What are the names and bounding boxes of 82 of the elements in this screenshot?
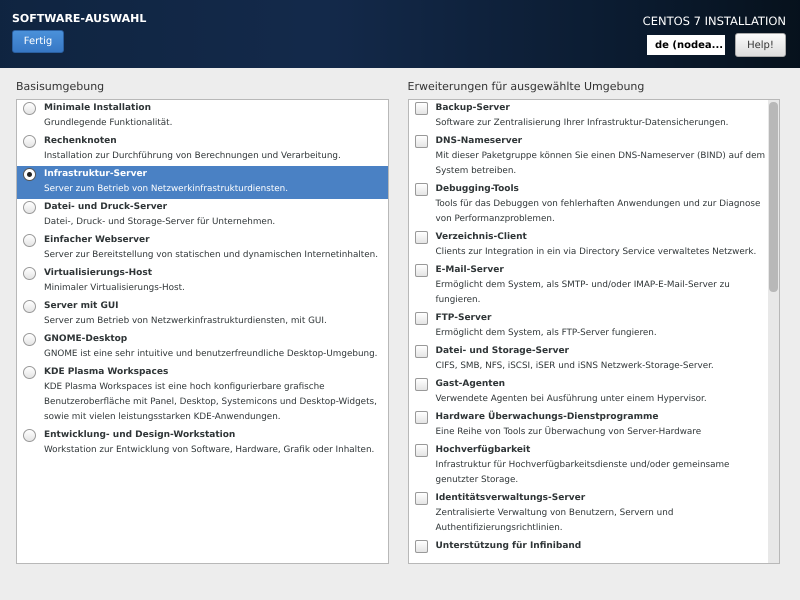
option-name: Entwicklung- und Design-Workstation — [44, 429, 236, 442]
radio-button[interactable] — [23, 135, 36, 148]
option-description: Server zum Betrieb von Netzwerkinfrastrukturdiensten. — [44, 183, 288, 196]
addon-name: E-Mail-Server — [436, 264, 505, 277]
option-name: Datei- und Druck-Server — [44, 201, 168, 214]
option-description: Server zum Betrieb von Netzwerkinfrastrukturdiensten, mit GUI. — [44, 315, 327, 328]
addon-description: Verwendete Agenten bei Ausführung unter einem Hypervisor. — [436, 393, 707, 406]
addon-name: Gast-Agenten — [436, 378, 506, 391]
radio-button[interactable] — [23, 102, 36, 115]
addon-name: Verzeichnis-Client — [436, 231, 528, 244]
option-name: GNOME-Desktop — [44, 333, 128, 346]
addon-description: Zentralisierte Verwaltung von Benutzern, Servern und Authentifizierungsrichtlinien. — [436, 507, 674, 535]
option-description: GNOME ist eine sehr intuitive und benutzerfreundliche Desktop-Umgebung. — [44, 348, 378, 361]
option-name: KDE Plasma Workspaces — [44, 366, 170, 379]
environment-option[interactable]: Rechenknoten Installation zur Durchführung von Berechnungen und Verarbeitung. — [17, 133, 388, 166]
checkbox[interactable] — [414, 135, 428, 148]
radio-button[interactable] — [23, 267, 36, 280]
section-label: Erweiterungen für ausgewählte Umgebung — [408, 80, 646, 93]
radio-button[interactable] — [23, 333, 36, 346]
radio-button[interactable] — [23, 366, 36, 379]
option-name: Infrastruktur-Server — [44, 168, 148, 181]
option-name: Minimale Installation — [44, 102, 152, 115]
option-description: Datei-, Druck- und Storage-Server für Unternehmen. — [44, 216, 276, 229]
addon-name: FTP-Server — [436, 312, 492, 325]
option-description: KDE Plasma Workspaces ist eine hoch konfigurierbare grafische Benutzeroberfläche mit Panel, Desktop, Systemicons und Desktop-Widgets, sowie mit vielen leistungsstarken KDE-Anwendungen. — [44, 381, 378, 424]
checkbox[interactable] — [414, 378, 428, 391]
option-name: Virtualisierungs-Host — [44, 267, 153, 280]
help-button[interactable]: Help! — [735, 33, 786, 57]
radio-button[interactable] — [23, 429, 36, 442]
option-description: Installation zur Durchführung von Berechnungen und Verarbeitung. — [44, 150, 341, 163]
option-description: Workstation zur Entwicklung von Software, Hardware, Grafik oder Inhalten. — [44, 444, 374, 457]
addon-name: Unterstützung für Infiniband — [436, 540, 582, 553]
scrollbar-thumb[interactable] — [769, 102, 778, 292]
environment-option[interactable]: Einfacher Webserver Server zur Bereitstellung von statischen und dynamischen Internetinhalten. — [17, 232, 388, 265]
checkbox[interactable] — [414, 411, 428, 424]
environment-option[interactable]: Entwicklung- und Design-Workstation Workstation zur Entwicklung von Software, Hardware, Grafik oder Inhalten. — [17, 427, 388, 460]
addon-name: Hardware Überwachungs-Dienstprogramme — [436, 410, 660, 424]
environment-option[interactable]: Minimale Installation Grundlegende Funktionalität. — [17, 100, 388, 133]
environment-option[interactable]: Virtualisierungs-Host Minimaler Virtualisierungs-Host. — [17, 265, 388, 298]
checkbox[interactable] — [414, 264, 428, 277]
addon-name: Datei- und Storage-Server — [436, 345, 570, 358]
addon-description: Software zur Zentralisierung Ihrer Infrastruktur-Datensicherungen. — [436, 117, 728, 130]
checkbox[interactable] — [414, 492, 428, 505]
checkbox[interactable] — [414, 312, 428, 325]
environment-option[interactable]: GNOME-Desktop GNOME ist eine sehr intuitive und benutzerfreundliche Desktop-Umgebung. — [17, 331, 388, 364]
addon-description: Clients zur Integration in ein via Directory Service verwaltetes Netzwerk. — [436, 246, 756, 259]
addon-name: DNS-Nameserver — [436, 135, 524, 148]
addon-name: Debugging-Tools — [436, 183, 520, 196]
radio-button[interactable] — [23, 168, 36, 181]
section-label: Basisumgebung — [16, 80, 106, 93]
addon-name: Identitätsverwaltungs-Server — [436, 492, 586, 505]
option-description: Grundlegende Funktionalität. — [44, 117, 172, 130]
environment-option[interactable]: Datei- und Druck-Server Datei-, Druck- und Storage-Server für Unternehmen. — [17, 199, 388, 232]
addon-description: Ermöglicht dem System, als SMTP- und/oder IMAP-E-Mail-Server zu fungieren. — [436, 279, 731, 307]
addon-description: Tools für das Debuggen von fehlerhaften Anwendungen und zur Diagnose von Performanzproblemen. — [436, 198, 762, 226]
option-name: Rechenknoten — [44, 135, 118, 148]
option-name: Server mit GUI — [44, 300, 120, 313]
option-description: Minimaler Virtualisierungs-Host. — [44, 282, 185, 295]
radio-button[interactable] — [23, 234, 36, 247]
checkbox[interactable] — [414, 540, 428, 553]
environment-option[interactable]: Infrastruktur-Server Server zum Betrieb von Netzwerkinfrastrukturdiensten. — [17, 166, 388, 199]
page-title: SOFTWARE-AUSWAHL — [12, 12, 146, 25]
checkbox[interactable] — [414, 231, 428, 244]
checkbox[interactable] — [414, 102, 428, 115]
environment-option[interactable]: Server mit GUI Server zum Betrieb von Netzwerkinfrastrukturdiensten, mit GUI. — [17, 298, 388, 331]
checkbox[interactable] — [414, 444, 428, 457]
addon-description: Eine Reihe von Tools zur Überwachung von Server-Hardware — [436, 425, 702, 439]
addon-name: Backup-Server — [436, 102, 511, 115]
addon-description: Mit dieser Paketgruppe können Sie einen DNS-Nameserver (BIND) auf dem System betreiben. — [436, 150, 766, 178]
done-button[interactable]: Fertig — [12, 30, 64, 53]
checkbox[interactable] — [414, 345, 428, 358]
addon-description: Ermöglicht dem System, als FTP-Server fungieren. — [436, 327, 657, 340]
product-title: CENTOS 7 INSTALLATION — [642, 14, 786, 28]
radio-button[interactable] — [23, 201, 36, 214]
checkbox[interactable] — [414, 183, 428, 196]
keyboard-layout-indicator[interactable]: de (nodea... — [647, 35, 725, 55]
addon-description: CIFS, SMB, NFS, iSCSI, iSER und iSNS Netzwerk-Storage-Server. — [436, 360, 714, 373]
addon-name: Hochverfügbarkeit — [436, 444, 532, 457]
radio-button[interactable] — [23, 300, 36, 313]
option-description: Server zur Bereitstellung von statischen und dynamischen Internetinhalten. — [44, 249, 378, 262]
option-name: Einfacher Webserver — [44, 234, 151, 247]
addon-description: Infrastruktur für Hochverfügbarkeitsdienste und/oder gemeinsame genutzter Storage. — [436, 459, 730, 487]
